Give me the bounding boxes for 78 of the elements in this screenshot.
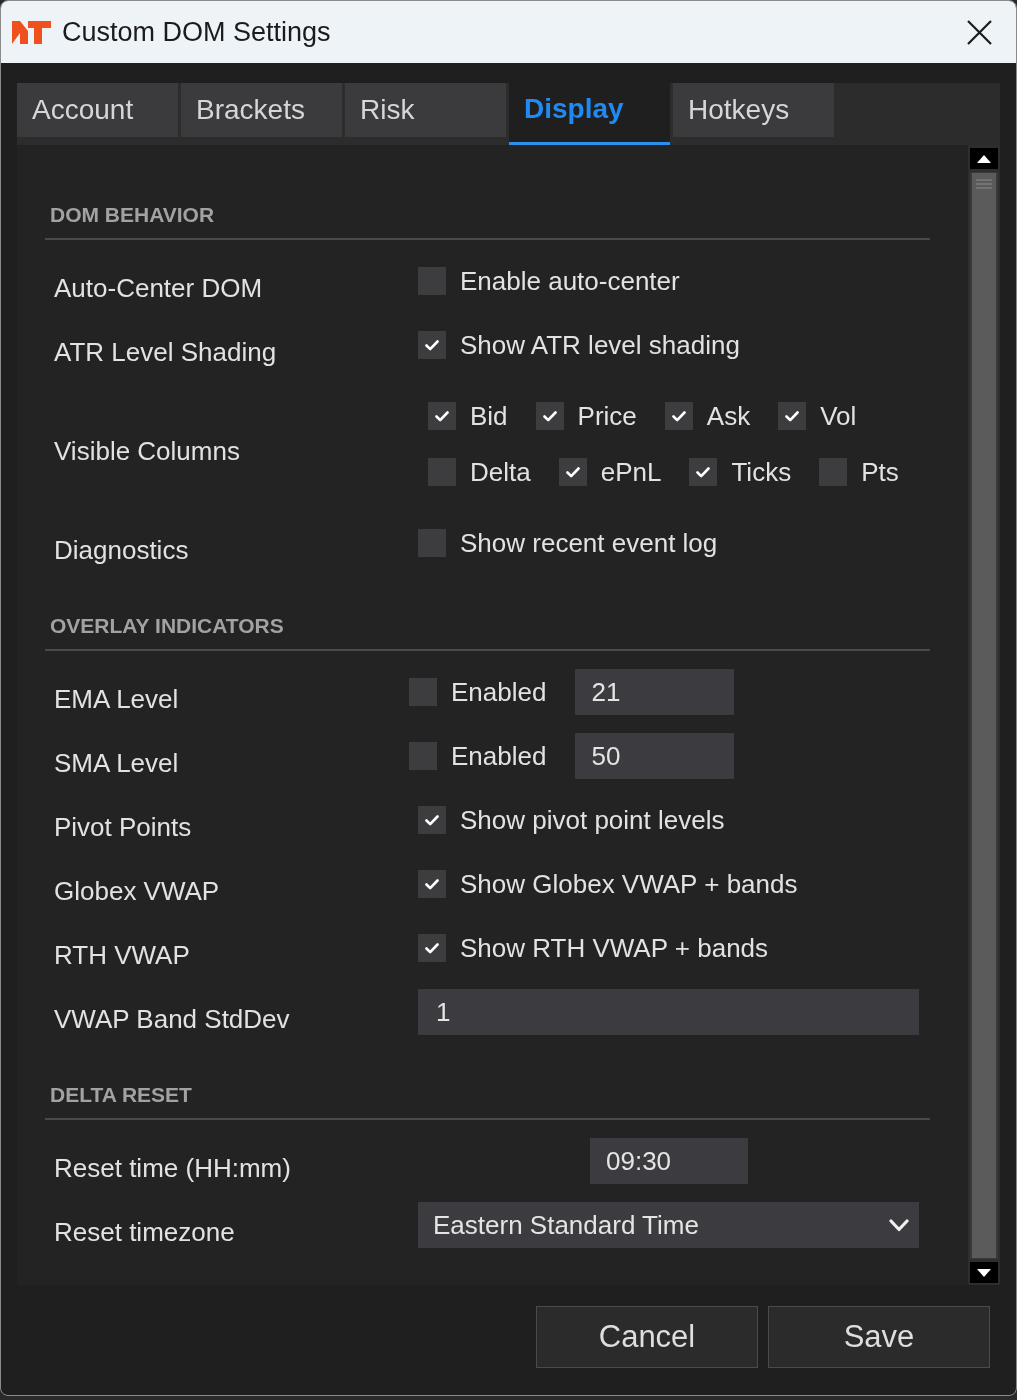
check-icon [696, 466, 711, 478]
triangle-down-icon [977, 1268, 991, 1277]
setting-label: Reset time (HH:mm) [53, 1152, 292, 1184]
checkbox[interactable] [409, 678, 437, 706]
check-icon [785, 410, 800, 422]
checkbox[interactable] [535, 402, 564, 430]
number-field[interactable]: 1 [418, 989, 919, 1035]
checkbox[interactable] [409, 742, 437, 770]
option-label: Show Globex VWAP + bands [460, 868, 798, 900]
scroll-up-button[interactable] [970, 148, 998, 169]
option-label: Show recent event log [460, 527, 718, 559]
number-field[interactable]: 21 [575, 669, 735, 715]
tab[interactable]: Hotkeys [673, 83, 834, 137]
option-label: Price [577, 400, 637, 432]
save-button[interactable]: Save [768, 1306, 990, 1368]
window-title: Custom DOM Settings [62, 16, 332, 48]
setting-label: Pivot Points [53, 811, 193, 843]
option-label: Ask [706, 400, 751, 432]
checkbox[interactable] [558, 458, 587, 486]
grip-icon [976, 179, 992, 189]
option-label: Delta [470, 456, 531, 488]
section-heading: OVERLAY INDICATORS [45, 614, 930, 651]
checkbox[interactable] [689, 458, 718, 486]
check-icon [565, 466, 580, 478]
option-label: Enabled [451, 676, 547, 708]
check-icon [425, 942, 439, 954]
option-label: Pts [861, 456, 899, 488]
setting-label: ATR Level Shading [53, 336, 278, 368]
check-icon [435, 410, 449, 422]
checkbox[interactable] [418, 934, 446, 962]
tab[interactable]: Risk [345, 83, 506, 137]
time-field[interactable]: 09:30 [590, 1138, 748, 1184]
check-icon [542, 410, 557, 422]
checkbox[interactable] [778, 402, 807, 430]
number-field[interactable]: 50 [575, 733, 735, 779]
timezone-dropdown[interactable]: Eastern Standard Time [418, 1202, 919, 1248]
tab[interactable]: Display [509, 83, 670, 145]
checkbox[interactable] [418, 870, 446, 898]
checkbox[interactable] [664, 402, 693, 430]
check-icon [425, 878, 439, 890]
setting-label: Reset timezone [53, 1216, 236, 1248]
option-label: Ticks [731, 456, 792, 488]
checkbox[interactable] [418, 529, 446, 557]
checkbox[interactable] [418, 267, 446, 295]
checkbox[interactable] [428, 458, 456, 486]
setting-label: RTH VWAP [53, 939, 191, 971]
option-label: Enable auto-center [460, 265, 680, 297]
option-label: ePnL [600, 456, 662, 488]
setting-label: EMA Level [53, 683, 180, 715]
option-label: Bid [470, 400, 508, 432]
check-icon [671, 410, 686, 422]
option-label: Show RTH VWAP + bands [460, 932, 769, 964]
setting-label: SMA Level [53, 747, 180, 779]
tab[interactable]: Account [17, 83, 178, 137]
checkbox[interactable] [819, 458, 848, 486]
close-icon [967, 19, 992, 45]
setting-label: Auto-Center DOM [53, 272, 264, 304]
section-heading: DOM BEHAVIOR [45, 203, 930, 240]
option-label: Show ATR level shading [460, 329, 740, 361]
cancel-button[interactable]: Cancel [536, 1306, 758, 1368]
setting-label: Visible Columns [53, 435, 241, 467]
check-icon [425, 339, 439, 351]
scroll-down-button[interactable] [970, 1262, 998, 1283]
checkbox[interactable] [428, 402, 456, 430]
checkbox[interactable] [418, 806, 446, 834]
option-label: Vol [820, 400, 857, 432]
chevron-down-icon [889, 1218, 909, 1232]
logo-icon [12, 20, 51, 44]
section-heading: DELTA RESET [45, 1083, 930, 1120]
setting-label: VWAP Band StdDev [53, 1003, 291, 1035]
option-label: Show pivot point levels [460, 804, 725, 836]
option-label: Enabled [451, 740, 547, 772]
check-icon [425, 814, 439, 826]
setting-label: Globex VWAP [53, 875, 221, 907]
setting-label: Diagnostics [53, 534, 190, 566]
checkbox[interactable] [418, 331, 446, 359]
tab[interactable]: Brackets [181, 83, 342, 137]
triangle-up-icon [977, 154, 991, 163]
